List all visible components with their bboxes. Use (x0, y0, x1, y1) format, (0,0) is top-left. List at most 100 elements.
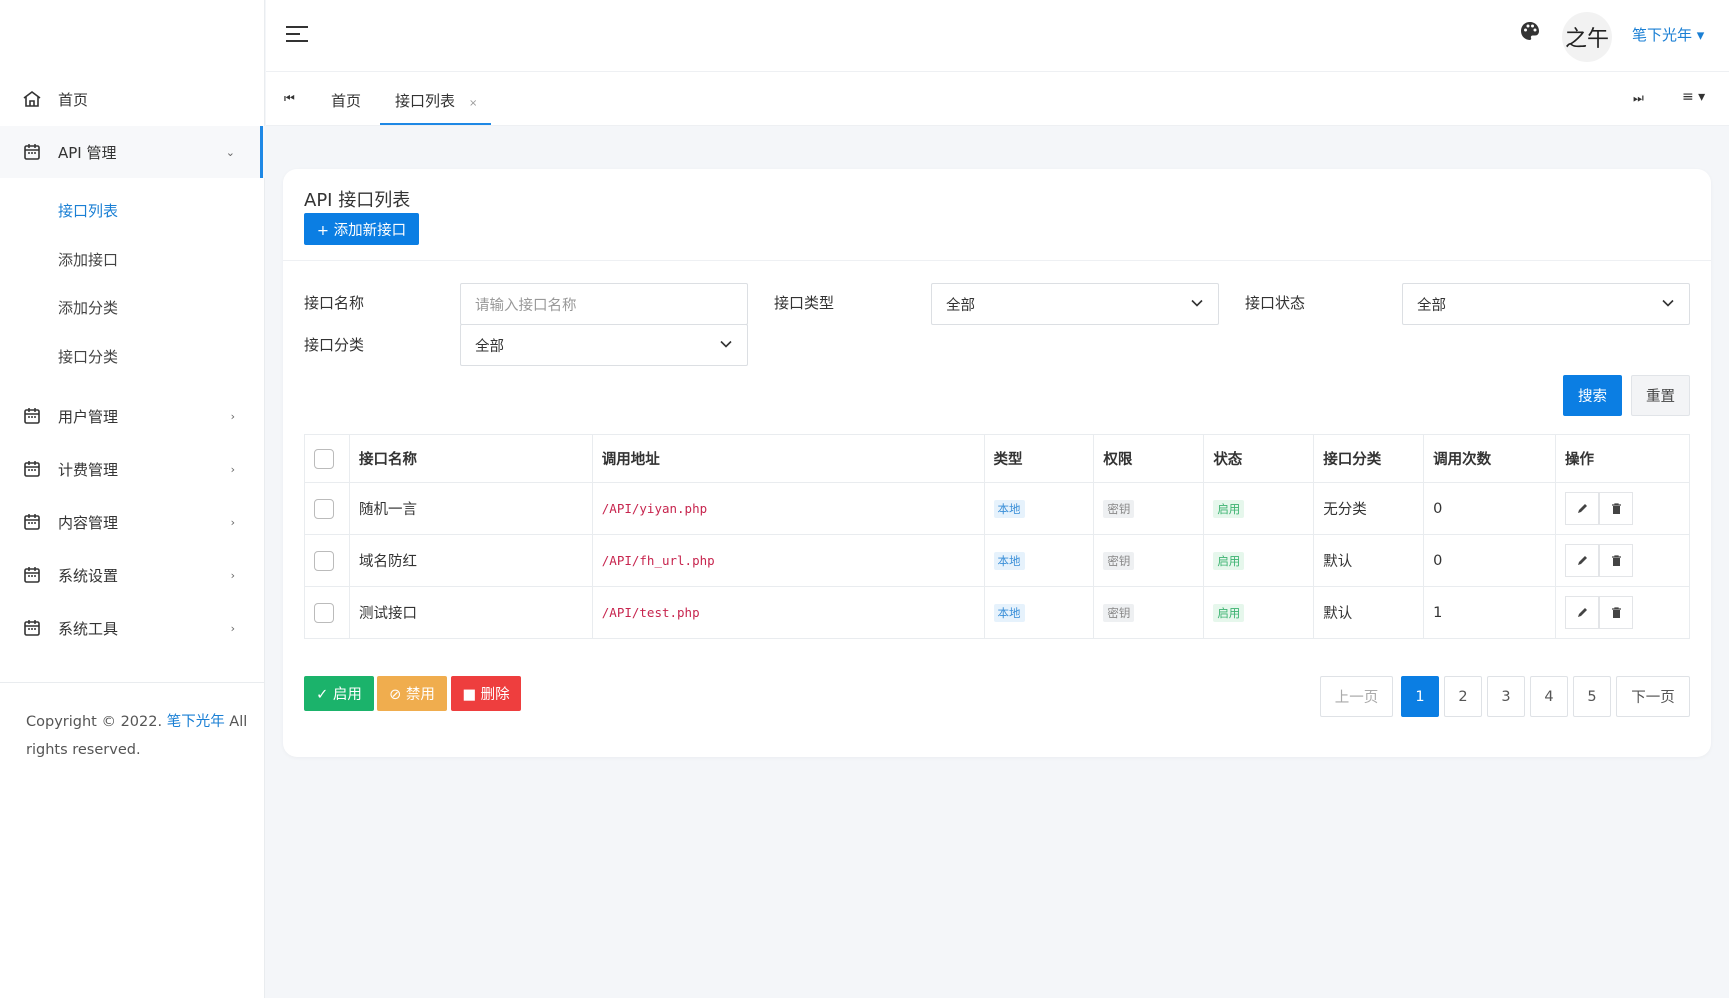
filter-category-label: 接口分类 (304, 336, 365, 354)
edit-button[interactable] (1565, 596, 1600, 629)
api-url: /API/test.php (601, 604, 700, 620)
pagination-next[interactable]: 下一页 (1616, 676, 1690, 717)
copyright-brand-link[interactable]: 笔下光年 (167, 714, 225, 730)
permission-badge: 密钥 (1103, 551, 1135, 570)
edit-button[interactable] (1565, 544, 1600, 577)
sidebar-item-content[interactable]: 内容管理 › (0, 496, 265, 548)
permission-cell: 密钥 (1093, 586, 1205, 639)
user-menu[interactable]: 笔下光年 ▾ (1632, 24, 1704, 45)
sidebar-item-api-management[interactable]: API 管理 ⌄ (0, 126, 265, 178)
status-badge: 启用 (1213, 499, 1245, 518)
actions-cell (1555, 534, 1690, 587)
chevron-down-icon: ⌄ (225, 145, 235, 159)
column-header: 权限 (1093, 434, 1205, 483)
tab-menu-icon[interactable]: ≡ ▾ (1682, 89, 1705, 105)
palette-icon[interactable] (1519, 20, 1541, 42)
delete-button[interactable] (1599, 544, 1634, 577)
sidebar-item-tools[interactable]: 系统工具 › (0, 602, 265, 654)
tab-api-list[interactable]: 接口列表 × (380, 90, 492, 125)
bulk-disable-button[interactable]: ⊘ 禁用 (377, 676, 447, 711)
menu-toggle-icon[interactable] (286, 26, 308, 44)
row-select-cell (304, 586, 350, 639)
type-badge: 本地 (993, 551, 1025, 570)
select-all-cell (304, 434, 350, 483)
api-url: /API/yiyan.php (601, 500, 708, 516)
sidebar-subitem-add-category[interactable]: 添加分类 (58, 297, 118, 318)
tabs-bar: ⏮ 首页 接口列表 × ⏭ ≡ ▾ (266, 72, 1729, 126)
pagination-page[interactable]: 5 (1573, 676, 1611, 717)
active-indicator (260, 126, 263, 178)
sidebar-item-label: 首页 (58, 90, 89, 109)
column-header: 接口名称 (348, 434, 593, 483)
avatar[interactable]: 之午 (1562, 12, 1612, 62)
api-status-select[interactable]: 全部 (1402, 283, 1690, 325)
delete-button[interactable] (1599, 596, 1634, 629)
chevron-right-icon: › (230, 409, 235, 423)
sidebar-subitem-api-category[interactable]: 接口分类 (58, 346, 118, 367)
table-row: 域名防红 /API/fh_url.php 本地 密钥 启用 默认 0 (304, 534, 1690, 587)
calendar-icon (22, 618, 42, 638)
pagination-page[interactable]: 2 (1444, 676, 1482, 717)
pagination-page[interactable]: 1 (1401, 676, 1439, 717)
reset-button[interactable]: 重置 (1631, 375, 1690, 416)
select-all-checkbox[interactable] (314, 448, 334, 469)
status-cell: 启用 (1203, 482, 1315, 535)
permission-badge: 密钥 (1103, 603, 1135, 622)
calendar-icon (22, 565, 42, 585)
trash-icon (1612, 607, 1622, 618)
api-name-input[interactable]: 请输入接口名称 (460, 283, 748, 325)
api-category-select[interactable]: 全部 (460, 324, 748, 366)
search-button[interactable]: 搜索 (1563, 375, 1622, 416)
api-table: 接口名称 调用地址 类型 权限 状态 接口分类 调用次数 操作 随机一言 /AP… (304, 434, 1690, 639)
tab-home[interactable]: 首页 (331, 90, 361, 111)
sidebar-item-users[interactable]: 用户管理 › (0, 390, 265, 442)
sidebar-subitem-add-api[interactable]: 添加接口 (58, 249, 118, 270)
pencil-icon (1578, 504, 1588, 513)
chevron-right-icon: › (230, 462, 235, 476)
api-type-select[interactable]: 全部 (931, 283, 1219, 325)
chevron-right-icon: › (230, 621, 235, 635)
tab-scroll-right-icon[interactable]: ⏭ (1633, 91, 1644, 106)
type-badge: 本地 (993, 499, 1025, 518)
column-header: 类型 (983, 434, 1095, 483)
status-badge: 启用 (1213, 603, 1245, 622)
api-url-cell: /API/test.php (591, 586, 985, 639)
tab-scroll-left-icon[interactable]: ⏮ (284, 91, 295, 106)
filter-name-label: 接口名称 (304, 294, 365, 312)
close-icon[interactable]: × (469, 98, 477, 109)
permission-cell: 密钥 (1093, 534, 1205, 587)
category-cell: 默认 (1313, 534, 1425, 587)
status-cell: 启用 (1203, 534, 1315, 587)
calendar-icon (22, 459, 42, 479)
sidebar-divider (0, 682, 265, 683)
row-checkbox[interactable] (314, 602, 334, 623)
edit-button[interactable] (1565, 492, 1600, 525)
chevron-down-icon (720, 340, 732, 348)
pencil-icon (1578, 608, 1588, 617)
column-header: 调用地址 (591, 434, 985, 483)
pagination-page[interactable]: 3 (1487, 676, 1525, 717)
copyright: Copyright © 2022. 笔下光年 All rights reserv… (26, 708, 251, 764)
sidebar-item-settings[interactable]: 系统设置 › (0, 549, 265, 601)
api-url: /API/fh_url.php (601, 552, 715, 568)
sidebar-item-billing[interactable]: 计费管理 › (0, 443, 265, 495)
tab-label: 首页 (331, 92, 362, 110)
sidebar-subitem-api-list[interactable]: 接口列表 (58, 200, 118, 221)
filter-status-label: 接口状态 (1245, 294, 1306, 312)
pencil-icon (1578, 556, 1588, 565)
row-checkbox[interactable] (314, 498, 334, 519)
type-cell: 本地 (983, 586, 1095, 639)
calendar-icon (22, 142, 42, 162)
table-row: 测试接口 /API/test.php 本地 密钥 启用 默认 1 (304, 586, 1690, 639)
sidebar-item-home[interactable]: 首页 (0, 73, 265, 125)
pagination-prev[interactable]: 上一页 (1320, 676, 1393, 717)
row-checkbox[interactable] (314, 550, 334, 571)
bulk-delete-button[interactable]: ■ 删除 (451, 676, 521, 711)
bulk-enable-button[interactable]: ✓ 启用 (304, 676, 374, 711)
add-api-button[interactable]: + 添加新接口 (304, 213, 419, 245)
column-header: 状态 (1203, 434, 1315, 483)
pagination-page[interactable]: 4 (1530, 676, 1568, 717)
delete-button[interactable] (1599, 492, 1634, 525)
select-value: 全部 (1417, 297, 1446, 314)
api-list-card: API 接口列表 + 添加新接口 接口名称 请输入接口名称 接口类型 全部 接口… (283, 169, 1711, 757)
